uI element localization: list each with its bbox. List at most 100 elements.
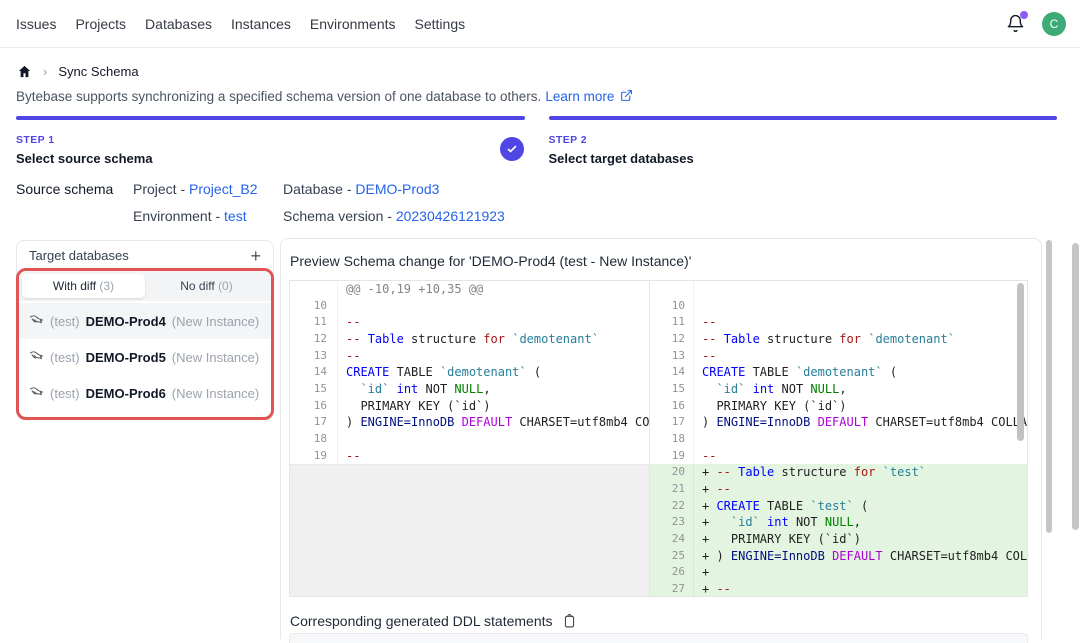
source-schema-label: Source schema [16,181,113,197]
home-icon[interactable] [17,64,32,79]
nav-item-instances[interactable]: Instances [231,16,291,32]
editor-scrollbar-thumb[interactable] [1017,283,1024,441]
source-field: Schema version - 20230426121923 [283,208,505,224]
code-text: PRIMARY KEY (`id`) [694,398,1027,415]
steps: STEP 1 Select source schema STEP 2 Selec… [16,116,1057,166]
database-suffix: (New Instance) [172,386,259,401]
source-field: Database - DEMO-Prod3 [283,181,505,197]
nav-item-environments[interactable]: Environments [310,16,396,32]
diff-left-filler [290,464,649,596]
field-value-link[interactable]: test [224,208,247,224]
nav-item-issues[interactable]: Issues [16,16,56,32]
database-name: DEMO-Prod6 [86,386,166,401]
source-field: Environment - test [133,208,283,224]
schema-diff-editor: @@ -10,19 +10,35 @@1011--12-- Table stru… [289,280,1028,597]
right-code-row: 12-- Table structure for `demotenant` [650,331,1027,348]
breadcrumb: › Sync Schema [17,64,139,79]
step-1-label: STEP 1 [16,134,525,146]
code-text: + `id` int NOT NULL, [694,514,1027,531]
line-number: 16 [650,398,694,415]
topbar-right: C [1006,12,1066,36]
right-code-row: 21+ -- [650,481,1027,498]
line-number [650,281,694,298]
learn-more-link[interactable]: Learn more [545,89,614,104]
left-code-row: 17) ENGINE=InnoDB DEFAULT CHARSET=utf8mb… [290,414,649,431]
left-code-row: 16 PRIMARY KEY (`id`) [290,398,649,415]
line-number: 11 [290,314,338,331]
line-number: 24 [650,531,694,548]
code-text: ) ENGINE=InnoDB DEFAULT CHARSET=utf8mb4 … [338,414,649,431]
tab-with-diff[interactable]: With diff (3) [22,274,145,298]
code-text: -- [694,348,1027,365]
tab-no-diff[interactable]: No diff (0) [145,274,268,298]
line-number: 11 [650,314,694,331]
step-1-check-badge [500,137,524,161]
code-text [338,431,649,448]
line-number: 23 [650,514,694,531]
field-value-link[interactable]: Project_B2 [189,181,257,197]
target-panel-header: Target databases + [17,241,273,269]
field-value-link[interactable]: DEMO-Prod3 [355,181,439,197]
line-number: 21 [650,481,694,498]
database-row[interactable]: (test)DEMO-Prod5(New Instance) [19,339,271,375]
database-row[interactable]: (test)DEMO-Prod4(New Instance) [19,303,271,339]
page-scrollbar-thumb[interactable] [1072,243,1079,530]
step-2-label: STEP 2 [549,134,1058,146]
code-text: + -- Table structure for `test` [694,464,1027,481]
tab-label: No diff [180,279,218,293]
line-number: 12 [650,331,694,348]
code-text [694,298,1027,315]
line-number [290,281,338,298]
field-value-link[interactable]: 20230426121923 [396,208,505,224]
code-text: -- [338,348,649,365]
field-label: Environment - [133,208,224,224]
preview-title: Preview Schema change for 'DEMO-Prod4 (t… [289,253,1028,269]
code-text [694,281,1027,298]
line-number: 27 [650,581,694,596]
code-text: + -- [694,481,1027,498]
line-number: 22 [650,498,694,515]
nav-item-databases[interactable]: Databases [145,16,212,32]
nav-item-projects[interactable]: Projects [75,16,126,32]
notifications-button[interactable] [1006,14,1026,34]
ddl-statements-block [289,633,1028,643]
line-number: 10 [290,298,338,315]
code-text: + -- [694,581,1027,596]
code-text: -- [694,314,1027,331]
tab-label: With diff [53,279,99,293]
line-number: 12 [290,331,338,348]
line-number: 17 [650,414,694,431]
right-code-row: 16 PRIMARY KEY (`id`) [650,398,1027,415]
code-text: -- Table structure for `demotenant` [694,331,1027,348]
content-scrollbar-thumb[interactable] [1046,240,1052,533]
field-label: Project - [133,181,189,197]
left-code-row: 15 `id` int NOT NULL, [290,381,649,398]
line-number: 18 [290,431,338,448]
mysql-icon [29,350,44,365]
step-2-bar [549,116,1058,120]
step-1: STEP 1 Select source schema [16,116,525,166]
breadcrumb-separator: › [43,64,47,79]
nav-item-settings[interactable]: Settings [415,16,466,32]
check-icon [506,143,518,155]
line-number: 18 [650,431,694,448]
database-row[interactable]: (test)DEMO-Prod6(New Instance) [19,375,271,411]
field-label: Schema version - [283,208,396,224]
code-text: -- [694,448,1027,465]
bell-icon [1006,20,1025,37]
avatar[interactable]: C [1042,12,1066,36]
tab-count: (0) [218,279,233,293]
copy-ddl-button[interactable] [562,613,577,629]
database-name: DEMO-Prod5 [86,350,166,365]
left-code-row: 14CREATE TABLE `demotenant` ( [290,364,649,381]
add-target-database-button[interactable]: + [250,249,261,263]
tab-count: (3) [99,279,114,293]
nav-items: Issues Projects Databases Instances Environm… [16,16,465,32]
code-text: + [694,564,1027,581]
code-text: + PRIMARY KEY (`id`) [694,531,1027,548]
right-code-row: 11-- [650,314,1027,331]
code-text [694,431,1027,448]
line-number: 14 [290,364,338,381]
database-name: DEMO-Prod4 [86,314,166,329]
code-text [338,298,649,315]
